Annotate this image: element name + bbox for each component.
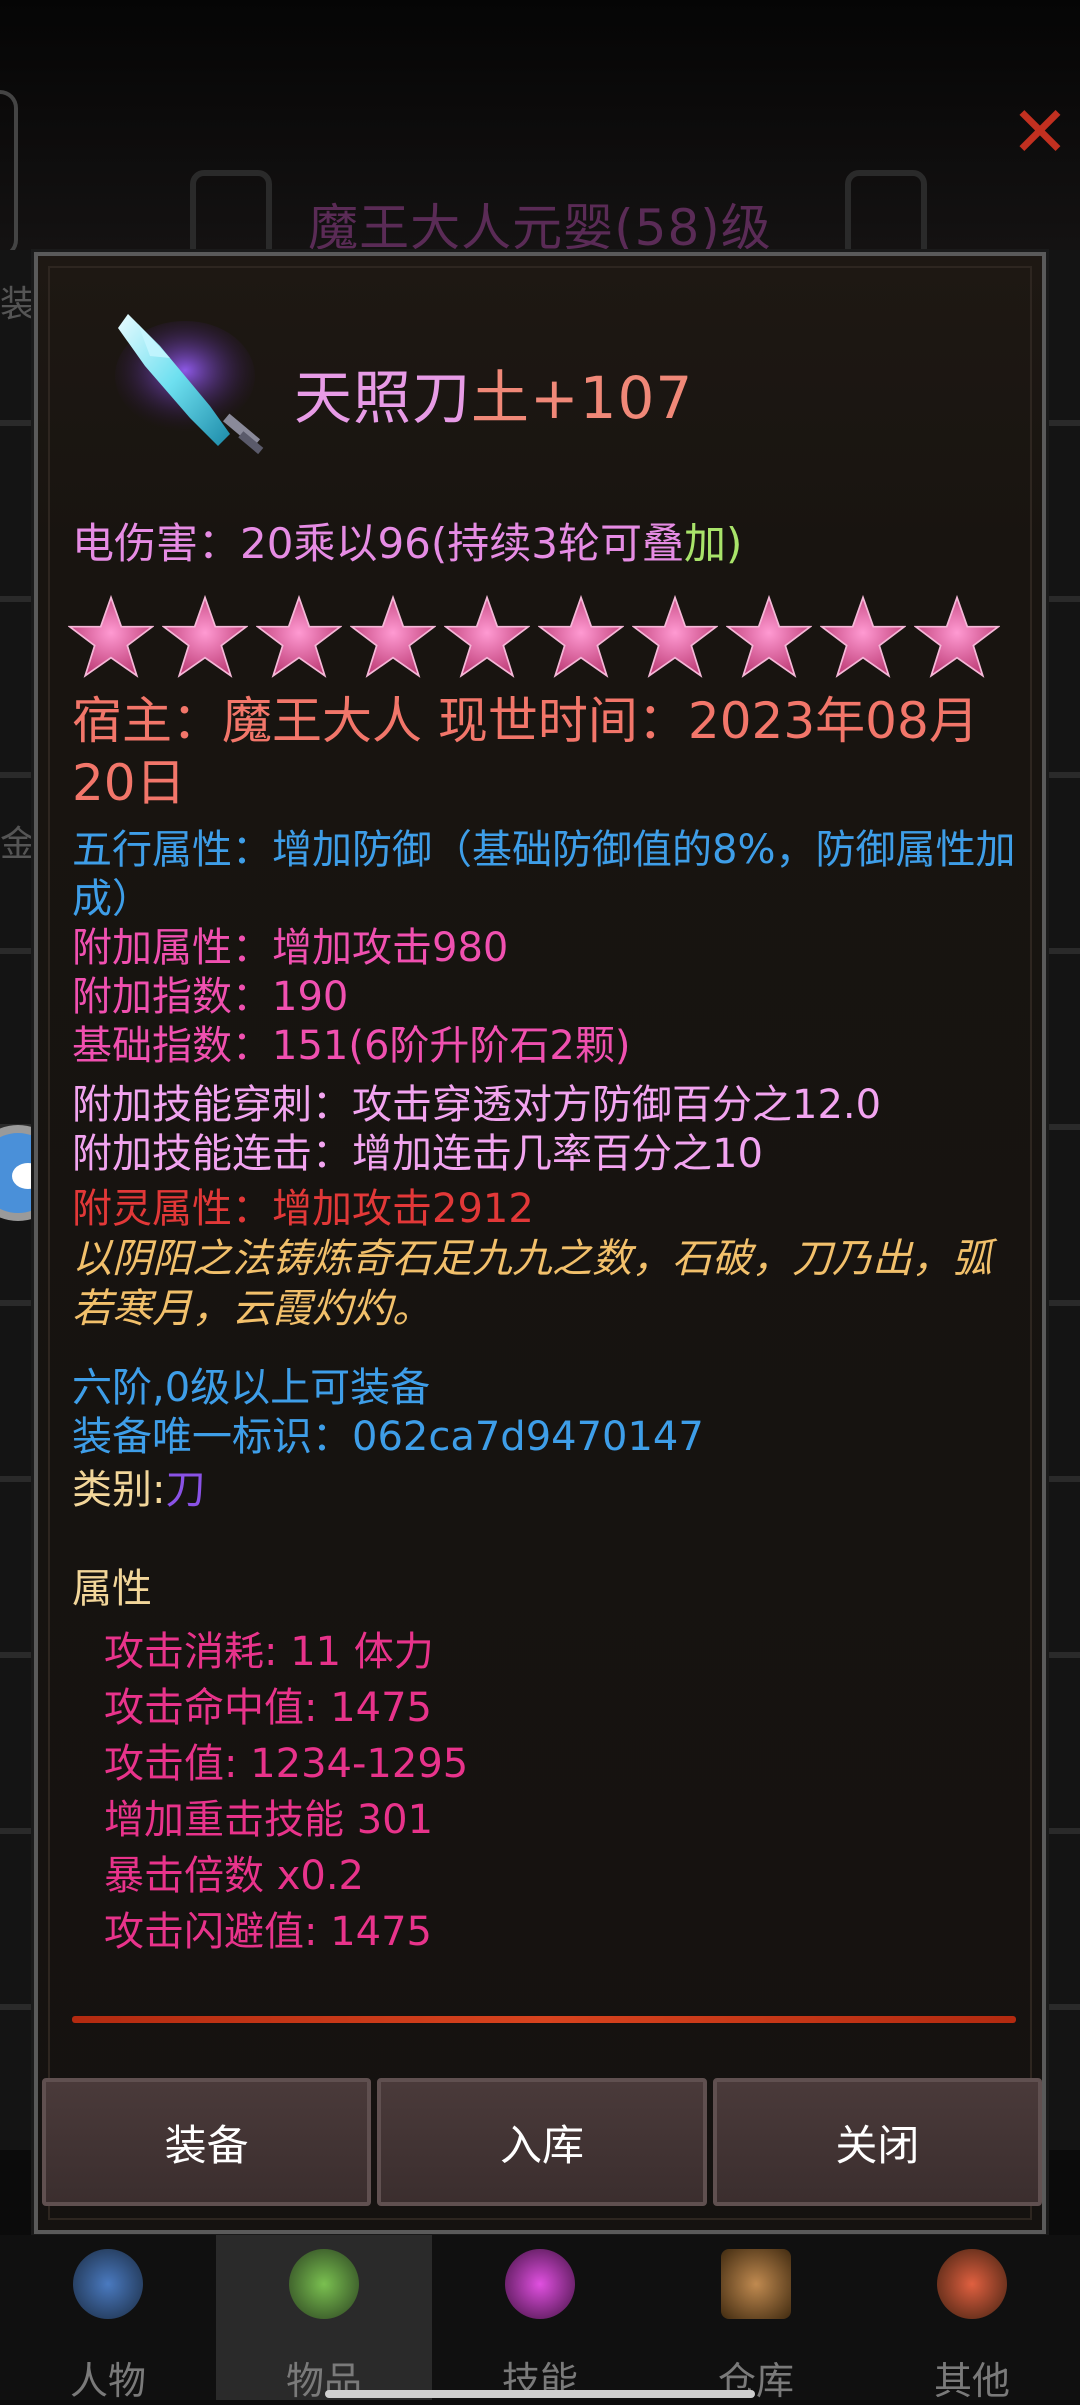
dialog-actions: 装备 入库 关闭 [42,2078,1042,2210]
attribute-row: 增加重击技能 301 [104,1797,434,1843]
skills-icon [505,2249,575,2319]
star-icon [914,594,1000,678]
owner-line: 宿主：魔王大人 现世时间：2023年08月20日 [72,692,979,812]
skill-combo: 附加技能连击：增加连击几率百分之10 [72,1131,763,1177]
close-x-icon[interactable]: ✕ [1008,97,1072,167]
item-detail-dialog: 天照刀土+107 电伤害：20乘以96(持续3轮可叠加) 宿主：魔王大人 现世时… [34,252,1046,2234]
star-icon [68,594,154,678]
attribute-row: 攻击闪避值: 1475 [104,1909,432,1955]
character-icon [73,2249,143,2319]
background-right-column [1046,250,1080,2150]
electric-damage-main: 电伤害：20乘以96(持续3轮可叠 [72,519,684,568]
electric-damage: 电伤害：20乘以96(持续3轮可叠加) [72,516,1022,572]
category-label: 类别: [72,1467,166,1513]
nav-label: 其他 [933,2359,1010,2403]
items-icon [289,2249,359,2319]
electric-damage-tail: 加) [684,519,743,568]
extra-index: 附加指数：190 [72,974,349,1020]
equip-button[interactable]: 装备 [42,2078,372,2206]
star-icon [162,594,248,678]
item-enhance-level: 土+107 [471,364,694,432]
side-label-mid: 金 [0,824,37,865]
star-icon [444,594,530,678]
star-icon [350,594,436,678]
unique-id: 装备唯一标识：062ca7d9470147 [72,1414,704,1460]
star-icon [632,594,718,678]
nav-items[interactable]: 物品 [216,2235,432,2403]
sword-icon [115,314,264,455]
spirit-attribute: 附灵属性：增加攻击2912 [72,1186,534,1232]
star-rating [68,594,1022,680]
nav-other[interactable]: 其他 [864,2235,1080,2403]
star-icon [726,594,812,678]
category-value: 刀 [165,1467,206,1513]
category: 类别:刀 [72,1466,1022,1515]
warehouse-icon [721,2249,791,2319]
attributes-header: 属性 [72,1566,152,1612]
extra-attribute: 附加属性：增加攻击980 [72,925,509,971]
bottom-nav: 人物 物品 技能 仓库 其他 [0,2235,1080,2403]
home-indicator[interactable] [325,2390,755,2398]
section-divider [72,2016,1016,2023]
base-index: 基础指数：151(6阶升阶石2颗) [72,1023,631,1069]
character-title: 魔王大人元婴(58)级 [308,199,772,257]
side-label-top: 装 [0,284,37,325]
star-icon [538,594,624,678]
skill-pierce: 附加技能穿刺：攻击穿透对方防御百分之12.0 [72,1082,882,1128]
attribute-row: 攻击值: 1234-1295 [104,1741,469,1787]
other-icon [937,2249,1007,2319]
nav-skills[interactable]: 技能 [432,2235,648,2403]
star-icon [820,594,906,678]
attribute-row: 暴击倍数 x0.2 [104,1853,364,1899]
item-info: 电伤害：20乘以96(持续3轮可叠加) 宿主：魔王大人 现世时间：2023年08… [68,516,1022,1960]
store-button[interactable]: 入库 [377,2078,707,2206]
attribute-list: 攻击消耗: 11 体力 攻击命中值: 1475 攻击值: 1234-1295 增… [72,1624,1022,1960]
equip-requirement: 六阶,0级以上可装备 [72,1365,431,1411]
five-elements-attr: 五行属性：增加防御（基础防御值的8%，防御属性加成） [72,827,1016,922]
attribute-row: 攻击命中值: 1475 [104,1685,432,1731]
nav-warehouse[interactable]: 仓库 [648,2235,864,2403]
item-name: 天照刀 [294,364,472,432]
star-icon [256,594,342,678]
close-button[interactable]: 关闭 [712,2078,1042,2206]
item-title: 天照刀土+107 [294,351,693,435]
nav-label: 人物 [69,2359,146,2403]
flavor-text: 以阴阳之法铸炼奇石足九九之数，石破，刀乃出，弧若寒月，云霞灼灼。 [72,1236,992,1332]
attribute-row: 攻击消耗: 11 体力 [104,1629,434,1675]
nav-character[interactable]: 人物 [0,2235,216,2403]
